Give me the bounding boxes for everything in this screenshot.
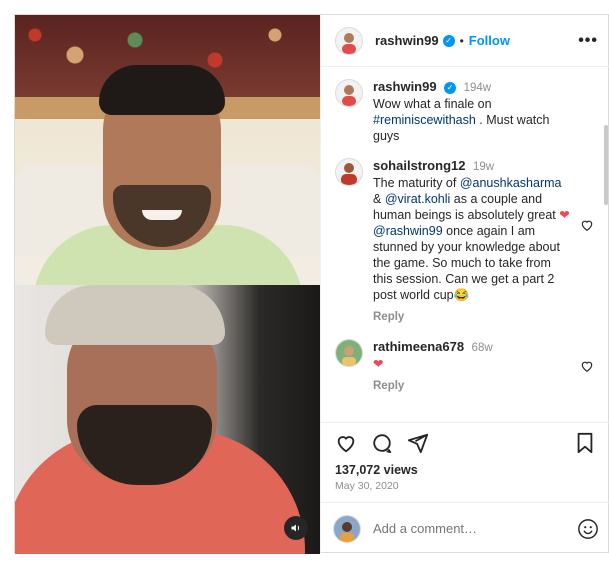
instagram-post: rashwin99 ✓ • Follow ••• rashwin99 ✓ 194… bbox=[14, 14, 609, 554]
caption-time: 194w bbox=[463, 82, 492, 94]
follow-button[interactable]: Follow bbox=[469, 33, 510, 48]
post-actions bbox=[321, 423, 609, 463]
comment-icon[interactable] bbox=[369, 430, 395, 456]
reply-button[interactable]: Reply bbox=[373, 378, 573, 394]
post-date[interactable]: May 30, 2020 bbox=[321, 477, 609, 492]
avatar[interactable] bbox=[335, 79, 363, 107]
comment: sohailstrong12 19w The maturity of @anus… bbox=[335, 158, 596, 325]
caption: rashwin99 ✓ 194w Wow what a finale on #r… bbox=[335, 79, 596, 144]
caption-username[interactable]: rashwin99 bbox=[373, 79, 437, 94]
hashtag-link[interactable]: #reminiscewithash bbox=[373, 113, 476, 127]
heart-icon[interactable] bbox=[333, 430, 359, 456]
comment-like-icon[interactable] bbox=[580, 218, 594, 235]
comment-body: sohailstrong12 19w The maturity of @anus… bbox=[373, 158, 573, 325]
comments-section: rashwin99 ✓ 194w Wow what a finale on #r… bbox=[321, 67, 609, 423]
comment: rathimeena678 68w ❤ Reply bbox=[335, 339, 596, 394]
comment-time: 68w bbox=[471, 342, 493, 354]
video-frame-bottom bbox=[15, 285, 320, 554]
add-comment-input[interactable] bbox=[373, 521, 577, 536]
avatar[interactable] bbox=[335, 26, 363, 55]
post-header: rashwin99 ✓ • Follow ••• bbox=[321, 15, 609, 67]
reply-button[interactable]: Reply bbox=[373, 309, 573, 325]
comment-body: rathimeena678 68w ❤ Reply bbox=[373, 339, 573, 394]
comments-scrollbar[interactable] bbox=[604, 125, 608, 205]
post-side-panel: rashwin99 ✓ • Follow ••• rashwin99 ✓ 194… bbox=[320, 15, 609, 554]
heart-emoji: ❤ bbox=[373, 357, 384, 371]
avatar[interactable] bbox=[335, 158, 363, 186]
comment-like-icon[interactable] bbox=[580, 359, 594, 376]
emoji-icon[interactable] bbox=[577, 518, 599, 540]
add-comment-bar bbox=[321, 502, 609, 554]
video-frame-top bbox=[15, 15, 320, 285]
comment-text: ❤ bbox=[373, 357, 383, 371]
verified-badge-icon: ✓ bbox=[444, 81, 457, 94]
sound-icon[interactable] bbox=[284, 516, 308, 540]
person-1-hair bbox=[99, 65, 225, 115]
share-icon[interactable] bbox=[405, 430, 431, 456]
comment-username[interactable]: rathimeena678 bbox=[373, 339, 464, 354]
comment-username[interactable]: sohailstrong12 bbox=[373, 158, 465, 173]
person-2-cap bbox=[45, 285, 225, 345]
separator-dot: • bbox=[459, 33, 464, 48]
verified-badge-icon: ✓ bbox=[442, 34, 455, 47]
views-count[interactable]: 137,072 views bbox=[321, 463, 609, 477]
author-username[interactable]: rashwin99 bbox=[375, 33, 439, 48]
comment-time: 19w bbox=[472, 161, 495, 173]
avatar bbox=[333, 514, 361, 543]
avatar[interactable] bbox=[335, 339, 363, 367]
caption-text: Wow what a finale on bbox=[373, 97, 492, 111]
comment-text: The maturity of @anushkasharma & @virat.… bbox=[373, 176, 570, 302]
comment-text-part: & bbox=[373, 192, 385, 206]
more-options-icon[interactable]: ••• bbox=[578, 32, 598, 50]
caption-body: rashwin99 ✓ 194w Wow what a finale on #r… bbox=[373, 79, 573, 144]
mention-link[interactable]: @anushkasharma bbox=[460, 176, 562, 190]
mention-link[interactable]: @virat.kohli bbox=[385, 192, 451, 206]
bookmark-icon[interactable] bbox=[572, 430, 598, 456]
person-1-smile bbox=[142, 210, 182, 220]
mention-link[interactable]: @rashwin99 bbox=[373, 224, 443, 238]
comment-text-part: 😂 bbox=[453, 288, 470, 302]
post-video[interactable] bbox=[15, 15, 320, 554]
comment-text-part: The maturity of bbox=[373, 176, 460, 190]
heart-emoji: ❤ bbox=[559, 208, 570, 222]
